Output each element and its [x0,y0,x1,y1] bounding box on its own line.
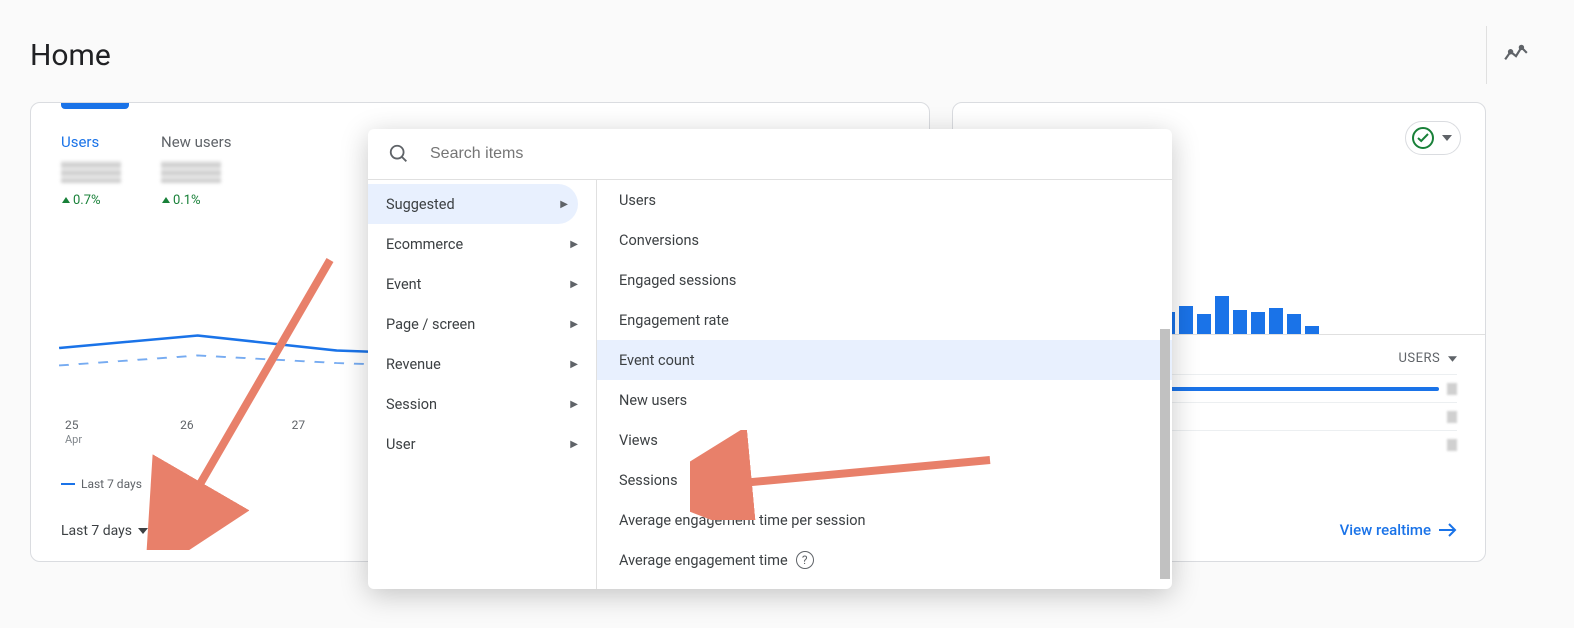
bar [1305,326,1319,334]
insights-button[interactable] [1486,26,1544,84]
metric-picker-popover: Suggested▶Ecommerce▶Event▶Page / screen▶… [368,129,1172,589]
category-item[interactable]: Ecommerce▶ [368,224,596,264]
help-icon[interactable]: ? [796,551,814,569]
bar [1269,308,1283,334]
metric-tab-new-users[interactable]: New users 0.1% [161,133,231,208]
bar [1179,306,1193,334]
check-circle-icon [1412,127,1434,149]
arrow-up-icon [61,196,71,206]
metric-item[interactable]: Average engagement time per session [597,500,1172,540]
metric-delta: 0.1% [161,193,231,208]
arrow-up-icon [161,196,171,206]
metric-item[interactable]: Event count [597,340,1172,380]
bar [1287,314,1301,334]
search-icon [388,143,410,165]
page-title: Home [30,38,111,73]
arrow-right-icon [1439,523,1457,537]
caret-down-icon [138,528,148,534]
category-item[interactable]: Revenue▶ [368,344,596,384]
search-input[interactable] [428,144,1152,164]
metric-item[interactable]: Sessions [597,460,1172,500]
chart-legend: Last 7 days [61,477,142,491]
active-tab-indicator [61,103,129,109]
metric-item[interactable]: Users [597,180,1172,220]
status-pill[interactable] [1405,121,1461,155]
x-axis-ticks: 25Apr 26 27 [65,418,305,446]
caret-down-icon [1448,356,1457,362]
metric-label: New users [161,133,231,151]
category-item[interactable]: Suggested▶ [368,184,578,224]
category-item[interactable]: Session▶ [368,384,596,424]
category-item[interactable]: Event▶ [368,264,596,304]
metric-delta: 0.7% [61,193,121,208]
metric-label: Users [61,133,121,151]
date-range-dropdown[interactable]: Last 7 days [61,523,148,539]
bar [1251,312,1265,334]
scrollbar[interactable] [1160,189,1170,589]
bar [1233,310,1247,334]
metric-item[interactable]: New users [597,380,1172,420]
sparkline-icon [1503,42,1529,68]
category-item[interactable]: Page / screen▶ [368,304,596,344]
metric-value-redacted [61,161,121,183]
caret-down-icon [1442,135,1452,141]
bar [1215,296,1229,334]
bar [1197,314,1211,334]
category-item[interactable]: User▶ [368,424,596,464]
view-realtime-link[interactable]: View realtime [1340,521,1457,539]
metric-item[interactable]: Conversions [597,220,1172,260]
metric-tab-users[interactable]: Users 0.7% [61,133,121,208]
metric-item[interactable]: Engagement rate [597,300,1172,340]
metric-item[interactable]: Engaged sessions [597,260,1172,300]
metric-value-redacted [161,161,221,183]
metric-item[interactable]: Average engagement time? [597,540,1172,580]
metric-item[interactable]: Views [597,420,1172,460]
